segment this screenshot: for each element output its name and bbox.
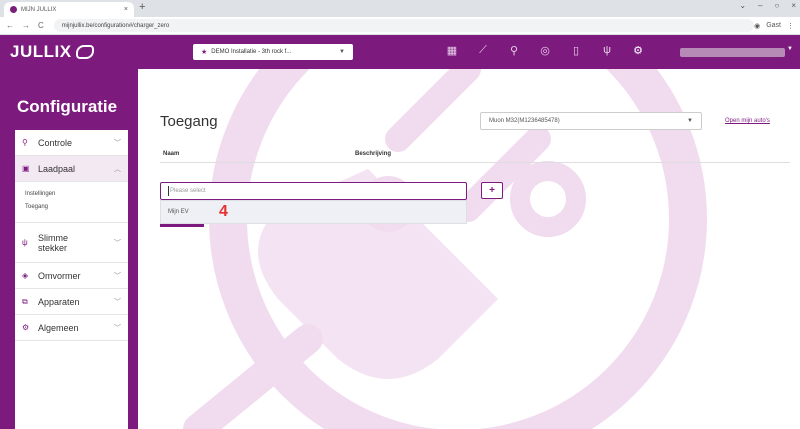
gear-icon: ⚙ bbox=[22, 323, 30, 332]
laadpaal-icon: ▣ bbox=[22, 164, 30, 173]
tab-title: MIJN JULLIX bbox=[21, 6, 57, 13]
address-bar-actions: ◉ Gast ⋮ bbox=[754, 22, 794, 30]
chevron-down-icon: ﹀ bbox=[114, 298, 121, 306]
sidebar-title: Configuratie bbox=[17, 97, 118, 116]
select-dropdown-option[interactable]: Mijn EV 4 bbox=[160, 200, 467, 224]
chevron-down-icon: ▼ bbox=[339, 49, 345, 55]
back-icon[interactable]: ← bbox=[6, 21, 14, 30]
url-input[interactable]: mijnjullix.be/configuration#/charger_zer… bbox=[53, 19, 754, 32]
search-icon[interactable]: ⚲ bbox=[507, 44, 521, 57]
sidebar-item-label: Algemeen bbox=[38, 322, 79, 333]
sidebar-item-omvormer[interactable]: ◈ Omvormer ﹀ bbox=[15, 263, 128, 289]
device-select[interactable]: Muon M32(M1236485478) ▼ bbox=[480, 112, 702, 130]
new-tab-button[interactable]: + bbox=[139, 1, 145, 13]
table-header-divider bbox=[160, 162, 790, 163]
close-window-icon[interactable]: × bbox=[791, 1, 796, 10]
profile-icon[interactable]: ◉ bbox=[754, 22, 760, 30]
maximize-icon[interactable]: ○ bbox=[774, 1, 779, 10]
sidebar-item-apparaten[interactable]: ⧉ Apparaten ﹀ bbox=[15, 289, 128, 315]
top-nav-icons: ▦ ⟋ ⚲ ◎ ▯ ψ ⚙ bbox=[445, 44, 645, 57]
chevron-down-icon: ﹀ bbox=[114, 239, 121, 247]
browser-tab[interactable]: MIJN JULLIX × bbox=[4, 2, 134, 17]
step-annotation: 4 bbox=[219, 203, 228, 220]
column-header-beschrijving: Beschrijving bbox=[355, 151, 392, 157]
sidebar-item-laadpaal[interactable]: ▣ Laadpaal ︿ bbox=[15, 156, 128, 182]
inverter-icon: ◈ bbox=[22, 271, 29, 280]
installation-select-value: DEMO Installatie - 3th rock f... bbox=[211, 49, 292, 55]
tab-search-icon[interactable]: ⌄ bbox=[739, 1, 746, 10]
chevron-down-icon: ▼ bbox=[687, 118, 693, 124]
brand-logo[interactable]: JULLIX bbox=[10, 42, 94, 62]
forward-icon[interactable]: → bbox=[22, 21, 30, 30]
sidebar-item-label: Laadpaal bbox=[38, 163, 76, 174]
chevron-down-icon: ﹀ bbox=[114, 272, 121, 280]
favicon-icon bbox=[10, 6, 17, 13]
minimize-icon[interactable]: – bbox=[758, 1, 762, 10]
device-select-value: Muon M32(M1236485478) bbox=[489, 118, 560, 124]
eye-icon[interactable]: ◎ bbox=[538, 44, 552, 57]
brand-mark-icon bbox=[75, 45, 94, 59]
sidebar-item-label: Apparaten bbox=[38, 296, 80, 307]
accent-underline bbox=[160, 224, 204, 227]
chart-icon[interactable]: ⟋ bbox=[476, 44, 490, 57]
column-header-naam: Naam bbox=[163, 151, 180, 157]
submenu-item-toegang[interactable]: Toegang bbox=[25, 201, 118, 214]
user-menu-chevron-icon[interactable]: ▼ bbox=[787, 46, 793, 52]
nav-buttons: ← → C bbox=[6, 21, 44, 30]
browser-tab-bar: MIJN JULLIX × + ⌄ – ○ × bbox=[0, 0, 800, 17]
select-placeholder: Please select bbox=[170, 188, 206, 194]
sidebar-item-slimme-stekker[interactable]: ψ Slimme stekker ﹀ bbox=[15, 223, 128, 263]
profile-label[interactable]: Gast bbox=[766, 22, 781, 29]
submenu-item-instellingen[interactable]: Instellingen bbox=[25, 188, 118, 201]
open-my-cars-link[interactable]: Open mijn auto's bbox=[725, 118, 770, 124]
reload-icon[interactable]: C bbox=[38, 21, 44, 30]
chevron-down-icon: ﹀ bbox=[114, 139, 121, 147]
star-icon: ★ bbox=[201, 49, 208, 56]
url-text: mijnjullix.be/configuration#/charger_zer… bbox=[61, 22, 170, 29]
text-cursor bbox=[168, 186, 169, 196]
devices-icon: ⧉ bbox=[22, 296, 28, 306]
chevron-down-icon: ﹀ bbox=[114, 324, 121, 332]
tab-close-icon[interactable]: × bbox=[124, 6, 128, 13]
sidebar-submenu-laadpaal: Instellingen Toegang bbox=[15, 182, 128, 223]
main-content: Toegang Muon M32(M1236485478) ▼ Open mij… bbox=[138, 69, 800, 429]
window-controls: ⌄ – ○ × bbox=[739, 1, 796, 10]
user-menu[interactable] bbox=[680, 48, 785, 57]
dashboard-icon[interactable]: ▦ bbox=[445, 44, 459, 57]
battery-icon[interactable]: ▯ bbox=[569, 44, 583, 57]
add-button[interactable]: + bbox=[481, 182, 503, 199]
plug-icon: ψ bbox=[22, 238, 28, 247]
sidebar-item-label: Controle bbox=[38, 137, 73, 148]
sidebar-item-algemeen[interactable]: ⚙ Algemeen ﹀ bbox=[15, 315, 128, 341]
address-bar-row: ← → C mijnjullix.be/configuration#/charg… bbox=[0, 17, 800, 35]
user-select-input[interactable]: Please select bbox=[160, 182, 467, 200]
page-title: Toegang bbox=[160, 113, 218, 130]
gear-icon[interactable]: ⚙ bbox=[631, 44, 645, 57]
dropdown-option-label: Mijn EV bbox=[168, 209, 189, 215]
sidebar: Configuratie ⚲ Controle ﹀ ▣ Laadpaal ︿ I… bbox=[0, 69, 138, 429]
plug-icon[interactable]: ψ bbox=[600, 44, 614, 57]
app-header: JULLIX ★ DEMO Installatie - 3th rock f..… bbox=[0, 35, 800, 69]
sidebar-item-controle[interactable]: ⚲ Controle ﹀ bbox=[15, 130, 128, 156]
sidebar-item-label: Omvormer bbox=[38, 270, 81, 281]
chevron-up-icon: ︿ bbox=[114, 165, 121, 173]
sidebar-menu: ⚲ Controle ﹀ ▣ Laadpaal ︿ Instellingen T… bbox=[15, 130, 128, 429]
brand-name: JULLIX bbox=[10, 42, 72, 61]
controle-icon: ⚲ bbox=[22, 138, 28, 147]
sidebar-item-label: Slimme stekker bbox=[38, 232, 69, 253]
installation-select[interactable]: ★ DEMO Installatie - 3th rock f... ▼ bbox=[193, 44, 353, 60]
browser-menu-icon[interactable]: ⋮ bbox=[787, 22, 794, 30]
